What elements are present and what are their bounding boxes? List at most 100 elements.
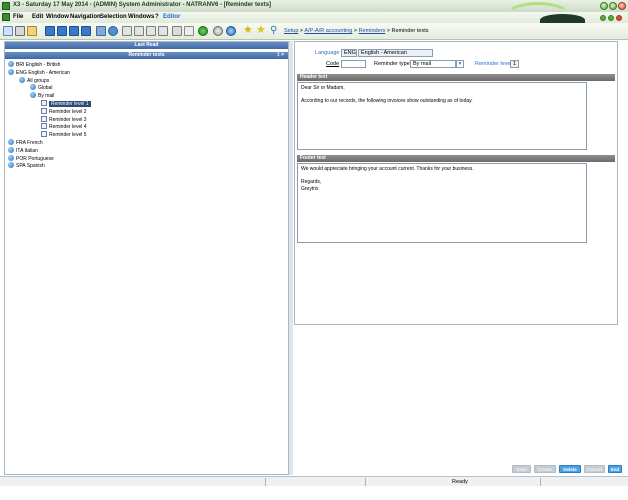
copy-icon[interactable] [134,26,144,36]
last-read-header[interactable]: Last Read [5,42,288,49]
paste-icon[interactable] [146,26,156,36]
menu-edit[interactable]: Edit [32,14,43,20]
pin-icon[interactable]: ⚲ [270,25,280,37]
globe-open-icon [8,68,14,75]
tree-item[interactable]: Reminder level 2 [41,107,87,116]
language-name-field: English - American [358,49,433,57]
breadcrumb-separator: > [386,28,390,34]
create-button[interactable]: Create [534,465,556,473]
next-record-icon[interactable] [69,26,79,36]
world-icon[interactable] [226,26,236,36]
tree-item-label: ENG English - American [16,69,70,76]
menu-window[interactable]: Window [46,14,69,20]
tree-item[interactable]: Reminder level 3 [41,115,87,124]
reminder-type-label: Reminder type [374,61,410,67]
toolbar: ★ ★ ⚲ Setup > A/P-A/R accounting > Remin… [0,23,628,40]
menu-windows[interactable]: Windows [128,14,154,20]
globe-icon [8,162,14,169]
tree-item[interactable]: FRA French [8,139,43,147]
status-separator [365,478,366,486]
footer-text-section-title: Footer text [297,155,615,162]
tree-item[interactable]: By mail [30,92,54,100]
globe-open-icon [19,76,25,83]
shield-icon[interactable] [108,26,118,36]
previous-record-icon[interactable] [57,26,67,36]
tree-item[interactable]: BRI English - British [8,61,60,69]
code-label[interactable]: Code [326,61,339,67]
chart-icon[interactable] [184,26,194,36]
menu-file[interactable]: File [13,14,23,20]
panel-pin-close-icon[interactable]: ‡ × [277,52,284,59]
add-favorite-icon[interactable]: ★ [256,25,268,37]
document-icon [41,115,47,122]
tree-item[interactable]: ITA Italian [8,146,38,155]
globe-icon [8,154,14,161]
globe-icon [8,146,14,153]
favorite-star-icon[interactable]: ★ [243,25,255,37]
tree-item[interactable]: ENG English - American [8,68,70,77]
delete-button[interactable]: Delete [559,465,581,473]
maximize-button[interactable] [609,2,617,10]
header-text-section-title: Header text [297,74,615,81]
save-button[interactable]: Save [512,465,531,473]
tree-item[interactable]: Reminder level 5 [41,131,87,139]
globe-icon [8,61,14,67]
status-separator [265,478,266,486]
last-record-icon[interactable] [81,26,91,36]
doc-maximize-button[interactable] [608,15,614,21]
globe-icon [30,84,36,91]
tree-item[interactable]: POR Portuguese [8,154,54,163]
app-menu-icon[interactable] [2,13,10,21]
reminder-type-select[interactable]: By mail [410,60,456,68]
header-text-area[interactable]: Dear Sir or Madam, According to our reco… [297,82,587,150]
close-button[interactable] [618,2,626,10]
help-icon[interactable] [213,26,223,36]
menu-editor[interactable]: Editor [163,14,180,20]
doc-minimize-button[interactable] [600,15,606,21]
tree-item[interactable]: All groups [19,76,50,85]
tree-item-label: By mail [38,93,55,100]
breadcrumb-setup[interactable]: Setup [284,28,298,34]
cancel-button[interactable]: Cancel [584,465,605,473]
document-icon [41,107,47,114]
tree-item-label: All groups [27,77,50,84]
chevron-down-icon[interactable]: ▾ [456,60,464,68]
edit-icon[interactable] [158,26,168,36]
footer-text-area[interactable]: We would appreciate bringing your accoun… [297,163,587,243]
first-record-icon[interactable] [45,26,55,36]
calculator-icon[interactable] [172,26,182,36]
menu-navigation[interactable]: Navigation [70,14,101,20]
print-icon[interactable] [15,26,25,36]
tree-item[interactable]: Global [30,84,52,92]
last-read-label: Last Read [134,42,159,48]
menu-bar: File Edit Window Navigation Selection Wi… [0,2,628,26]
save-icon[interactable] [27,26,37,36]
status-separator [540,478,541,486]
menu-selection[interactable]: Selection [100,14,127,20]
left-panel: Last Read Reminder texts ‡ × BRI English… [4,41,289,475]
breadcrumb-reminders[interactable]: Reminders [359,28,386,34]
tree-item-label: Reminder level 1 [49,101,91,107]
breadcrumb-separator: > [353,28,358,34]
tools-icon[interactable] [96,26,106,36]
tree-item[interactable]: Reminder level 1 [41,100,91,108]
document-icon [41,131,47,138]
end-button[interactable]: End [608,465,622,473]
language-label: Language [315,50,340,56]
tree-item[interactable]: SPA Spanish [8,162,45,170]
code-input[interactable] [341,60,366,68]
window-title: X3 - Saturday 17 May 2014 - (ADMIN) Syst… [13,2,272,8]
breadcrumb: Setup > A/P-A/R accounting > Reminders >… [284,28,429,34]
tree-item[interactable]: Reminder level 4 [41,123,87,131]
globe-open-icon [30,92,36,99]
breadcrumb-accounting[interactable]: A/P-A/R accounting [304,28,352,34]
go-icon[interactable] [198,26,208,36]
reminder-texts-label: Reminder texts [128,52,165,58]
doc-close-button[interactable] [616,15,622,21]
new-icon[interactable] [3,26,13,36]
cut-icon[interactable] [122,26,132,36]
minimize-button[interactable] [600,2,608,10]
panel-splitter[interactable] [289,41,293,475]
menu-help[interactable]: ? [155,14,159,20]
reminder-texts-header[interactable]: Reminder texts ‡ × [5,52,288,59]
